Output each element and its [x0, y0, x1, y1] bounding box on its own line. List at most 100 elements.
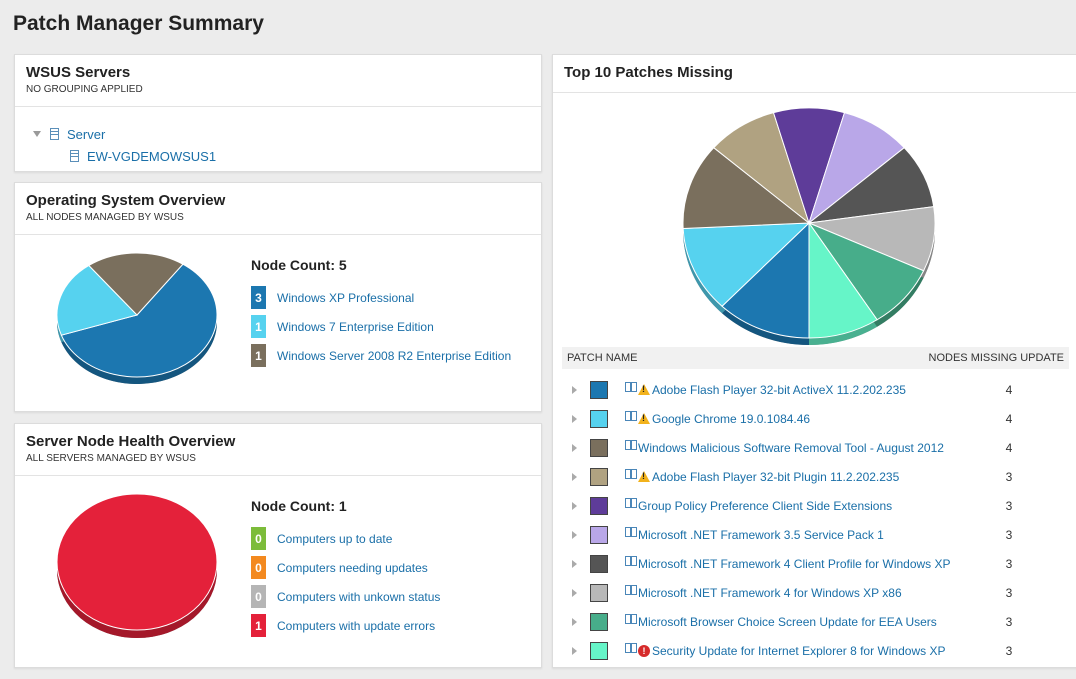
panel-title: Server Node Health Overview — [26, 433, 236, 450]
page-title: Patch Manager Summary — [13, 12, 264, 35]
expand-row-icon[interactable] — [572, 530, 577, 539]
health-legend-item[interactable]: 0 Computers with unkown status — [251, 582, 440, 611]
patch-package-icon — [625, 381, 637, 392]
os-node-count: Node Count: 5 3 Windows XP Professional 1 W… — [251, 257, 511, 370]
patch-name-link[interactable]: Microsoft .NET Framework 3.5 Service Pac… — [638, 528, 989, 542]
expand-row-icon[interactable] — [572, 501, 577, 510]
warning-icon — [638, 471, 650, 482]
expand-row-icon[interactable] — [572, 646, 577, 655]
count-badge: 1 — [251, 614, 266, 637]
health-overview-panel: Server Node Health Overview ALL SERVERS … — [14, 423, 542, 668]
health-pie-slice[interactable] — [57, 493, 218, 631]
patch-package-icon — [625, 439, 637, 450]
expand-row-icon[interactable] — [572, 559, 577, 568]
health-legend-item[interactable]: 0 Computers needing updates — [251, 553, 440, 582]
nodes-missing-count: 3 — [1005, 585, 1013, 600]
nodes-missing-count: 4 — [1005, 411, 1013, 426]
patch-name-link[interactable]: Microsoft Browser Choice Screen Update f… — [638, 615, 989, 629]
os-legend-item[interactable]: 1 Windows 7 Enterprise Edition — [251, 312, 511, 341]
os-legend-link[interactable]: Windows Server 2008 R2 Enterprise Editio… — [277, 349, 511, 363]
table-row[interactable]: Google Chrome 19.0.1084.46 4 — [562, 404, 1069, 433]
table-row[interactable]: Windows Malicious Software Removal Tool … — [562, 433, 1069, 462]
wsus-servers-panel: WSUS Servers NO GROUPING APPLIED Server … — [14, 54, 542, 172]
expand-row-icon[interactable] — [572, 414, 577, 423]
panel-title: Top 10 Patches Missing — [564, 64, 733, 81]
table-row[interactable]: Microsoft .NET Framework 4 for Windows X… — [562, 578, 1069, 607]
legend-swatch — [590, 438, 608, 457]
panel-header: Operating System Overview ALL NODES MANA… — [15, 183, 541, 235]
health-legend-item[interactable]: 0 Computers up to date — [251, 524, 440, 553]
patch-name-link[interactable]: Microsoft .NET Framework 4 for Windows X… — [638, 586, 989, 600]
patch-package-icon — [625, 555, 637, 566]
panel-title: Operating System Overview — [26, 192, 226, 209]
expand-row-icon[interactable] — [572, 588, 577, 597]
nodes-missing-count: 3 — [1005, 643, 1013, 658]
panel-header: Top 10 Patches Missing — [553, 55, 1076, 93]
node-count-title: Node Count: 5 — [251, 257, 347, 273]
table-row[interactable]: Group Policy Preference Client Side Exte… — [562, 491, 1069, 520]
legend-swatch — [590, 380, 608, 399]
patch-name-link[interactable]: Group Policy Preference Client Side Exte… — [638, 499, 989, 513]
os-legend-item[interactable]: 3 Windows XP Professional — [251, 283, 511, 312]
nodes-missing-count: 3 — [1005, 614, 1013, 629]
count-badge: 0 — [251, 585, 266, 608]
column-header-patch-name[interactable]: PATCH NAME — [567, 352, 638, 364]
health-legend-link[interactable]: Computers with update errors — [277, 619, 435, 633]
patches-pie-chart[interactable] — [677, 95, 957, 345]
os-legend-link[interactable]: Windows XP Professional — [277, 291, 414, 305]
server-group-link[interactable]: Server — [67, 127, 105, 142]
table-row[interactable]: Adobe Flash Player 32-bit Plugin 11.2.20… — [562, 462, 1069, 491]
server-group-icon — [50, 128, 59, 140]
panel-title: WSUS Servers — [26, 64, 131, 81]
table-header: PATCH NAME NODES MISSING UPDATE — [562, 347, 1069, 369]
health-pie-chart[interactable] — [57, 492, 237, 642]
tree-server-row[interactable]: EW-VGDEMOWSUS1 — [33, 145, 216, 167]
health-legend-link[interactable]: Computers with unkown status — [277, 590, 440, 604]
expand-row-icon[interactable] — [572, 443, 577, 452]
warning-icon — [638, 384, 650, 395]
count-badge: 0 — [251, 556, 266, 579]
patch-name-link[interactable]: Google Chrome 19.0.1084.46 — [652, 412, 989, 426]
server-link[interactable]: EW-VGDEMOWSUS1 — [87, 149, 216, 164]
health-legend-item[interactable]: 1 Computers with update errors — [251, 611, 440, 640]
expand-row-icon[interactable] — [572, 385, 577, 394]
nodes-missing-count: 4 — [1005, 440, 1013, 455]
table-row[interactable]: Microsoft Browser Choice Screen Update f… — [562, 607, 1069, 636]
legend-swatch — [590, 409, 608, 428]
count-badge: 1 — [251, 315, 266, 338]
legend-swatch — [590, 612, 608, 631]
patch-name-link[interactable]: Windows Malicious Software Removal Tool … — [638, 441, 989, 455]
patch-package-icon — [625, 526, 637, 537]
os-pie-chart[interactable] — [57, 253, 237, 393]
panel-header: WSUS Servers NO GROUPING APPLIED — [15, 55, 541, 107]
column-header-nodes-missing[interactable]: NODES MISSING UPDATE — [929, 352, 1064, 364]
patch-package-icon — [625, 497, 637, 508]
tree-group-row[interactable]: Server — [33, 123, 216, 145]
expand-triangle-icon[interactable] — [33, 131, 41, 137]
health-legend-link[interactable]: Computers needing updates — [277, 561, 428, 575]
nodes-missing-count: 3 — [1005, 556, 1013, 571]
patch-package-icon — [625, 613, 637, 624]
health-legend-link[interactable]: Computers up to date — [277, 532, 392, 546]
health-node-count: Node Count: 1 0 Computers up to date 0 Comp… — [251, 498, 440, 640]
legend-swatch — [590, 641, 608, 660]
top-patches-panel: Top 10 Patches Missing PATCH NAME NODES … — [552, 54, 1076, 668]
patch-name-link[interactable]: Microsoft .NET Framework 4 Client Profil… — [638, 557, 989, 571]
panel-subtitle: NO GROUPING APPLIED — [26, 84, 143, 95]
os-legend-link[interactable]: Windows 7 Enterprise Edition — [277, 320, 434, 334]
warning-icon — [638, 413, 650, 424]
patch-name-link[interactable]: Adobe Flash Player 32-bit ActiveX 11.2.2… — [652, 383, 989, 397]
patch-name-link[interactable]: Adobe Flash Player 32-bit Plugin 11.2.20… — [652, 470, 989, 484]
os-legend-item[interactable]: 1 Windows Server 2008 R2 Enterprise Editi… — [251, 341, 511, 370]
server-icon — [70, 150, 79, 162]
table-row[interactable]: ! Security Update for Internet Explorer 8… — [562, 636, 1069, 665]
table-row[interactable]: Microsoft .NET Framework 4 Client Profil… — [562, 549, 1069, 578]
table-row[interactable]: Microsoft .NET Framework 3.5 Service Pac… — [562, 520, 1069, 549]
server-tree: Server EW-VGDEMOWSUS1 — [33, 123, 216, 167]
table-row[interactable]: Adobe Flash Player 32-bit ActiveX 11.2.2… — [562, 375, 1069, 404]
patch-package-icon — [625, 642, 637, 653]
patch-name-link[interactable]: Security Update for Internet Explorer 8 … — [652, 644, 989, 658]
legend-swatch — [590, 583, 608, 602]
expand-row-icon[interactable] — [572, 472, 577, 481]
expand-row-icon[interactable] — [572, 617, 577, 626]
